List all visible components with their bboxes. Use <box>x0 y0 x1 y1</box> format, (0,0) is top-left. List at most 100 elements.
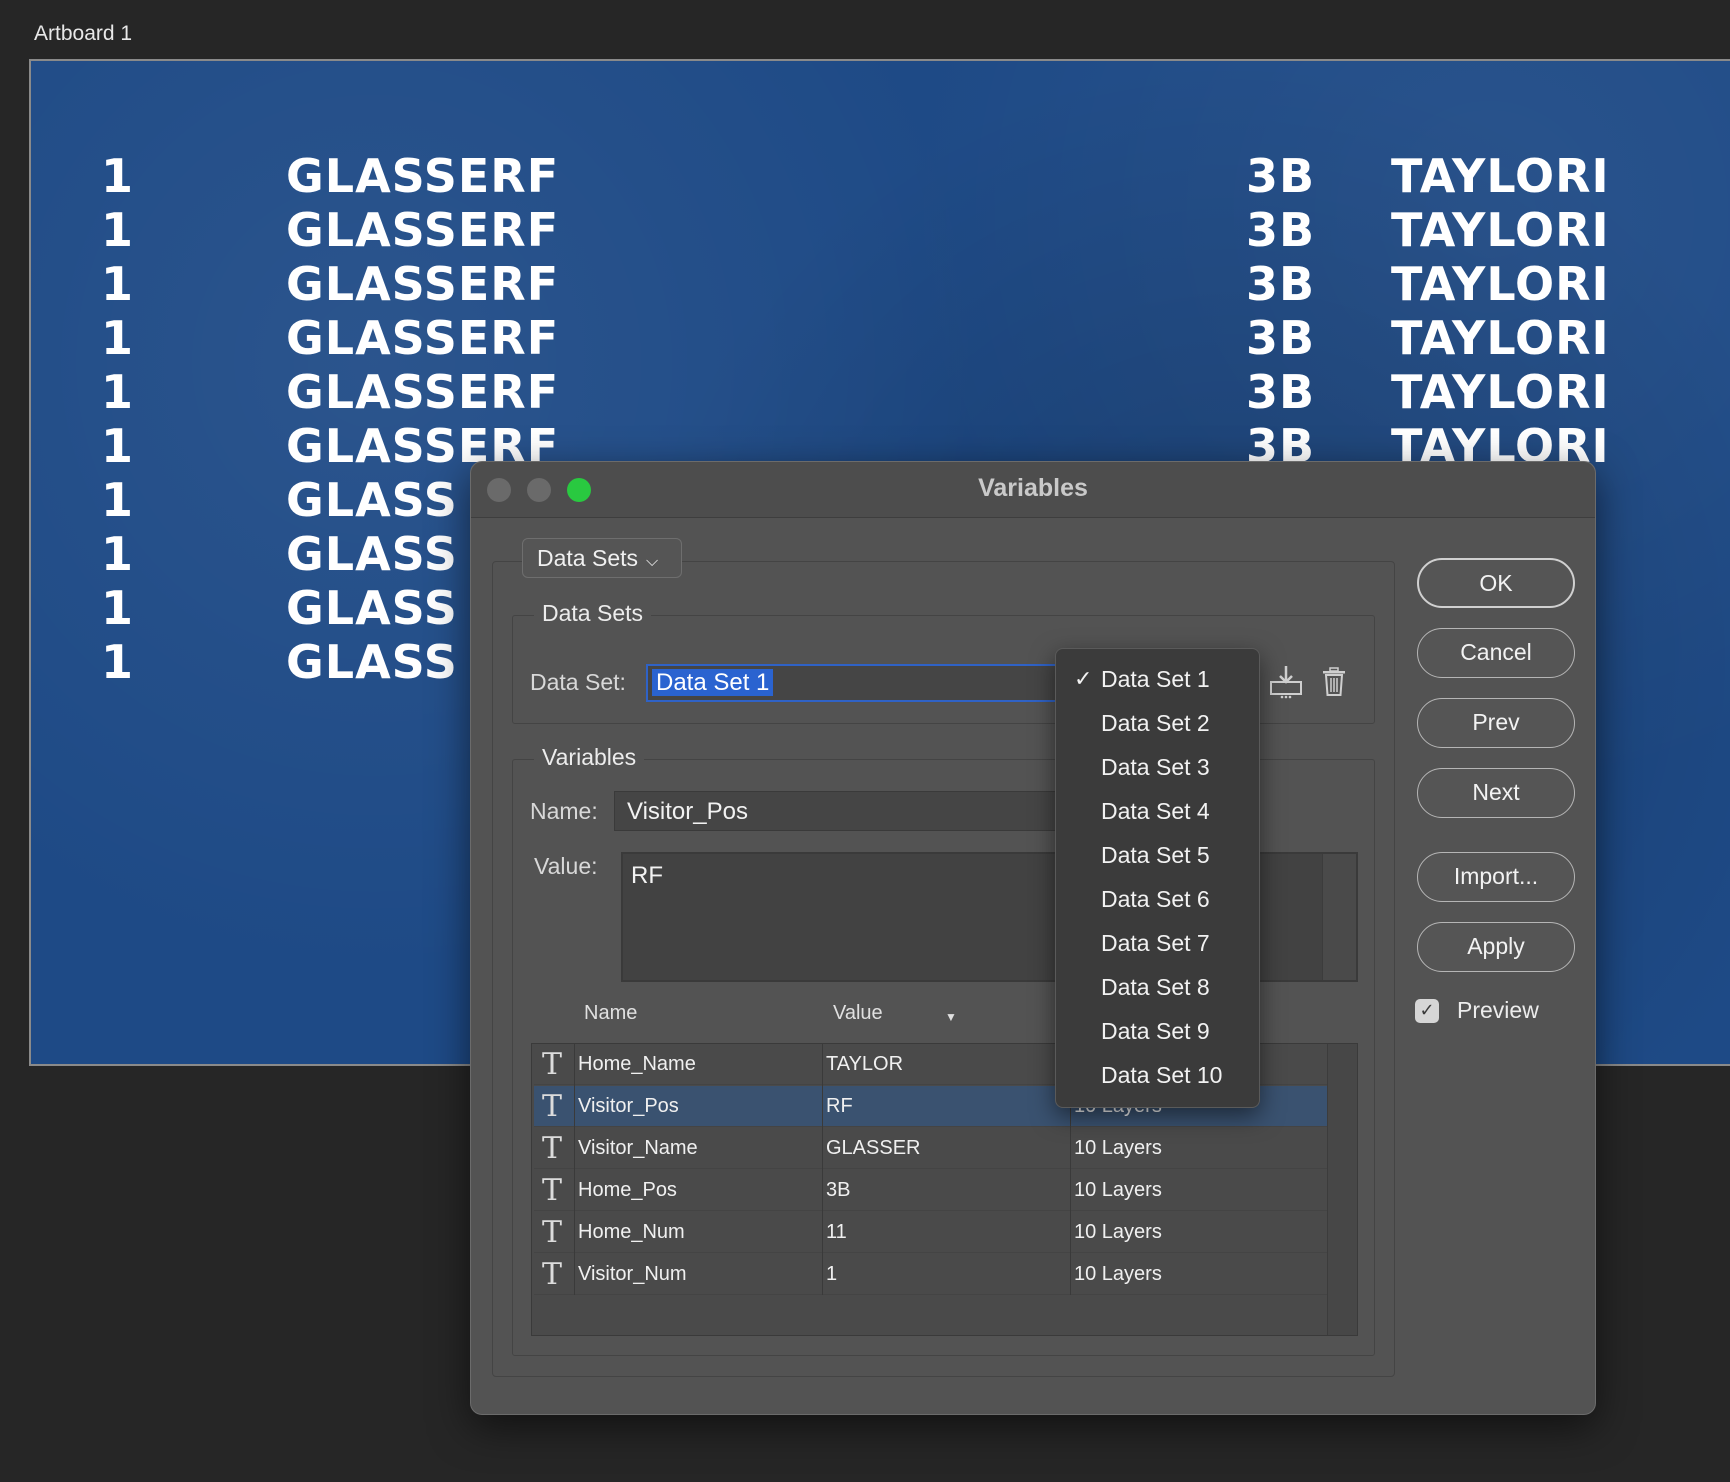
artboard-num-text: 1 <box>101 581 135 635</box>
ok-button[interactable]: OK <box>1417 558 1575 608</box>
variable-value-cell: RF <box>826 1095 853 1117</box>
menu-item-label: Data Set 10 <box>1101 1062 1223 1088</box>
data-set-field[interactable]: Data Set 1 <box>646 664 1126 702</box>
artboard-visitor-text: GLASS <box>286 635 458 689</box>
artboard-home_pos-text: 3B <box>1246 311 1316 365</box>
value-label: Value: <box>534 853 598 879</box>
text-layer-icon: T <box>542 1173 563 1208</box>
artboard-visitor-text: GLASSERF <box>286 365 560 419</box>
import-button[interactable]: Import... <box>1417 852 1575 902</box>
data-set-dropdown-menu: ✓ Data Set 1 Data Set 2 Data Set 3 Data Set … <box>1055 648 1260 1108</box>
checkmark-icon: ✓ <box>1074 666 1093 691</box>
prev-button[interactable]: Prev <box>1417 698 1575 748</box>
artboard-home_pos-text: 3B <box>1246 257 1316 311</box>
layers-count-cell: 10 Layers <box>1074 1179 1162 1201</box>
save-data-set-icon[interactable] <box>1266 662 1306 702</box>
artboard-home-text: TAYLORI <box>1391 149 1610 203</box>
menu-item-label: Data Set 1 <box>1101 666 1210 692</box>
data-set-value: Data Set 1 <box>652 669 774 696</box>
variable-value-cell: 11 <box>826 1221 847 1243</box>
menu-item-data-set[interactable]: Data Set 5 <box>1056 833 1259 877</box>
variables-legend: Variables <box>534 744 645 771</box>
table-row[interactable]: T Home_Num 11 10 Layers <box>534 1212 1327 1253</box>
menu-item-data-set[interactable]: Data Set 7 <box>1056 921 1259 965</box>
artboard-num-text: 1 <box>101 473 135 527</box>
chevron-down-icon: ⌵ <box>646 553 659 570</box>
menu-item-label: Data Set 8 <box>1101 974 1210 1000</box>
text-layer-icon: T <box>542 1257 563 1292</box>
menu-item-data-set[interactable]: Data Set 6 <box>1056 877 1259 921</box>
menu-item-label: Data Set 2 <box>1101 710 1210 736</box>
column-header-value[interactable]: Value <box>833 1002 883 1025</box>
preview-option[interactable]: ✓ Preview <box>1415 997 1539 1024</box>
artboard-home_pos-text: 3B <box>1246 365 1316 419</box>
variable-name-field[interactable]: Visitor_Pos <box>614 791 1129 831</box>
variable-value-cell: GLASSER <box>826 1137 921 1159</box>
variable-value-cell: TAYLOR <box>826 1053 904 1075</box>
variable-name-cell: Visitor_Num <box>578 1263 687 1285</box>
artboard-home-text: TAYLORI <box>1391 311 1610 365</box>
column-header-name[interactable]: Name <box>584 1002 637 1025</box>
artboard-visitor-text: GLASSERF <box>286 149 560 203</box>
variable-name-cell: Visitor_Pos <box>578 1095 679 1117</box>
section-popup-label: Data Sets <box>537 545 638 571</box>
table-row[interactable]: T Visitor_Name GLASSER 10 Layers <box>534 1128 1327 1169</box>
text-layer-icon: T <box>542 1131 563 1166</box>
table-row[interactable]: T Home_Pos 3B 10 Layers <box>534 1170 1327 1211</box>
artboard-home-text: TAYLORI <box>1391 257 1610 311</box>
value-scrollbar[interactable] <box>1322 854 1356 980</box>
artboard-num-text: 1 <box>101 257 135 311</box>
layers-count-cell: 10 Layers <box>1074 1263 1162 1285</box>
data-sets-legend: Data Sets <box>534 600 651 627</box>
variable-value-text: RF <box>631 862 663 889</box>
artboard-home_pos-text: 3B <box>1246 149 1316 203</box>
variable-name-cell: Visitor_Name <box>578 1137 698 1159</box>
menu-item-data-set[interactable]: ✓ Data Set 1 <box>1056 657 1259 701</box>
menu-item-data-set[interactable]: Data Set 3 <box>1056 745 1259 789</box>
menu-item-data-set[interactable]: Data Set 8 <box>1056 965 1259 1009</box>
trash-icon[interactable] <box>1314 662 1354 702</box>
menu-item-label: Data Set 9 <box>1101 1018 1210 1044</box>
dialog-titlebar[interactable]: Variables <box>471 462 1595 518</box>
next-button[interactable]: Next <box>1417 768 1575 818</box>
artboard-num-text: 1 <box>101 527 135 581</box>
menu-item-data-set[interactable]: Data Set 2 <box>1056 701 1259 745</box>
menu-item-data-set[interactable]: Data Set 10 <box>1056 1053 1259 1097</box>
layers-count-cell: 10 Layers <box>1074 1137 1162 1159</box>
variable-name-cell: Home_Name <box>578 1053 696 1075</box>
menu-item-label: Data Set 7 <box>1101 930 1210 956</box>
artboard-visitor-text: GLASSERF <box>286 311 560 365</box>
text-layer-icon: T <box>542 1047 563 1082</box>
menu-item-data-set[interactable]: Data Set 4 <box>1056 789 1259 833</box>
text-layer-icon: T <box>542 1215 563 1250</box>
variable-value-cell: 3B <box>826 1179 851 1201</box>
data-set-label: Data Set: <box>530 669 626 695</box>
artboard-home-text: TAYLORI <box>1391 365 1610 419</box>
artboard-visitor-text: GLASSERF <box>286 257 560 311</box>
menu-item-data-set[interactable]: Data Set 9 <box>1056 1009 1259 1053</box>
apply-button[interactable]: Apply <box>1417 922 1575 972</box>
table-scrollbar[interactable] <box>1327 1044 1357 1335</box>
artboard-home-text: TAYLORI <box>1391 203 1610 257</box>
variable-value-cell: 1 <box>826 1263 838 1285</box>
artboard-num-text: 1 <box>101 203 135 257</box>
sort-indicator-icon: ▼ <box>945 1010 957 1024</box>
menu-item-label: Data Set 3 <box>1101 754 1210 780</box>
preview-checkbox[interactable]: ✓ <box>1415 998 1439 1023</box>
variables-dialog: Variables Data Sets ⌵ Data Sets Data Set:… <box>470 461 1596 1415</box>
cancel-button[interactable]: Cancel <box>1417 628 1575 678</box>
artboard-num-text: 1 <box>101 149 135 203</box>
artboard-visitor-text: GLASS <box>286 527 458 581</box>
artboard-label: Artboard 1 <box>34 22 133 45</box>
dialog-title: Variables <box>978 474 1088 502</box>
name-label: Name: <box>530 798 598 824</box>
preview-label: Preview <box>1457 997 1539 1023</box>
artboard-visitor-text: GLASS <box>286 581 458 635</box>
section-popup[interactable]: Data Sets ⌵ <box>522 538 682 578</box>
layers-count-cell: 10 Layers <box>1074 1221 1162 1243</box>
artboard-num-text: 1 <box>101 419 135 473</box>
artboard-visitor-text: GLASS <box>286 473 458 527</box>
menu-item-label: Data Set 5 <box>1101 842 1210 868</box>
text-layer-icon: T <box>542 1089 563 1124</box>
table-row[interactable]: T Visitor_Num 1 10 Layers <box>534 1254 1327 1295</box>
